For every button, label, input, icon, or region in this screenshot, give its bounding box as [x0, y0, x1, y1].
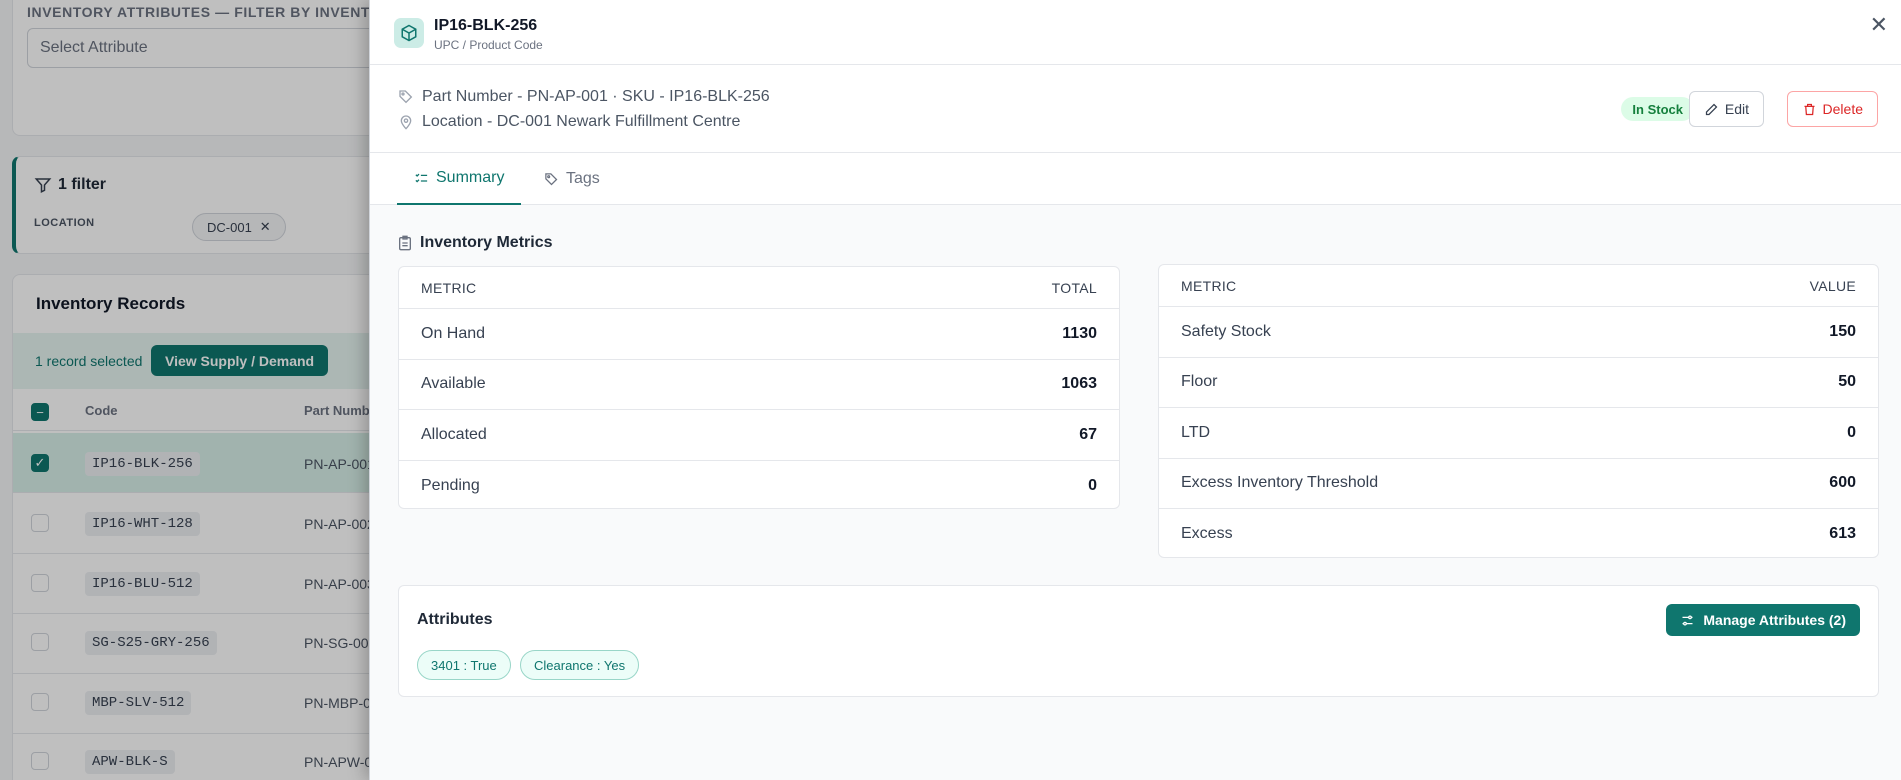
totals-table: METRIC TOTAL On Hand 1130 Available 1063 A…	[398, 266, 1120, 509]
metric-name: Safety Stock	[1181, 322, 1271, 340]
metric-name: Excess	[1181, 525, 1233, 543]
attribute-pill[interactable]: Clearance : Yes	[520, 650, 640, 680]
metric-name: Pending	[421, 476, 480, 494]
metric-row: On Hand 1130	[399, 309, 1119, 360]
header-metric: METRIC	[421, 279, 477, 296]
attribute-pill[interactable]: 3401 : True	[417, 650, 511, 680]
trash-icon	[1804, 103, 1815, 115]
metric-name: Available	[421, 375, 486, 393]
metric-row: Excess 613	[1159, 509, 1878, 557]
tab-summary-label: Summary	[436, 169, 505, 186]
location-line: Location - DC-001 Newark Fulfillment Cen…	[398, 113, 740, 131]
attributes-card: Attributes Manage Attributes (2) 3401 : …	[398, 585, 1879, 697]
drawer-tabs: Summary Tags	[370, 153, 1901, 205]
metric-row: LTD 0	[1159, 408, 1878, 459]
metrics-title-label: Inventory Metrics	[420, 234, 553, 251]
thresholds-table-header: METRIC VALUE	[1159, 265, 1878, 307]
metric-value: 0	[1088, 476, 1097, 494]
metric-row: Allocated 67	[399, 410, 1119, 461]
metric-row: Available 1063	[399, 360, 1119, 410]
thresholds-table: METRIC VALUE Safety Stock 150 Floor 50 LTD…	[1158, 264, 1879, 558]
metric-name: Excess Inventory Threshold	[1181, 474, 1379, 492]
part-sku-text: Part Number - PN-AP-001 · SKU - IP16-BLK…	[422, 88, 770, 105]
drawer-header: IP16-BLK-256 UPC / Product Code ✕	[370, 0, 1901, 65]
metric-value: 150	[1829, 322, 1856, 340]
metric-value: 1130	[1062, 324, 1097, 342]
drawer-title: IP16-BLK-256	[434, 17, 538, 34]
delete-label: Delete	[1822, 101, 1863, 117]
manage-attributes-label: Manage Attributes (2)	[1703, 612, 1846, 628]
header-total: TOTAL	[1051, 279, 1097, 296]
tab-tags[interactable]: Tags	[527, 153, 617, 205]
map-pin-icon	[400, 115, 412, 130]
metric-value: 1063	[1061, 375, 1097, 393]
metric-row: Pending 0	[399, 461, 1119, 509]
tab-tags-label: Tags	[566, 170, 600, 187]
location-text: Location - DC-001 Newark Fulfillment Cen…	[422, 113, 741, 130]
totals-table-header: METRIC TOTAL	[399, 267, 1119, 309]
metrics-section-title: Inventory Metrics	[398, 234, 552, 252]
metric-row: Safety Stock 150	[1159, 307, 1878, 358]
header-metric: METRIC	[1181, 277, 1237, 294]
part-sku-line: Part Number - PN-AP-001 · SKU - IP16-BLK…	[398, 88, 770, 106]
close-icon[interactable]: ✕	[1870, 14, 1888, 36]
metric-value: 600	[1829, 474, 1856, 492]
tag-icon	[545, 172, 558, 185]
metric-row: Floor 50	[1159, 358, 1878, 408]
inventory-detail-drawer: IP16-BLK-256 UPC / Product Code ✕ Part N…	[369, 0, 1901, 780]
edit-label: Edit	[1724, 101, 1749, 117]
metric-value: 0	[1847, 423, 1856, 441]
metric-row: Excess Inventory Threshold 600	[1159, 459, 1878, 509]
metric-name: Floor	[1181, 373, 1218, 391]
metric-value: 50	[1838, 373, 1856, 391]
metric-name: On Hand	[421, 324, 486, 342]
metric-name: Allocated	[421, 425, 487, 443]
manage-attributes-button[interactable]: Manage Attributes (2)	[1666, 604, 1860, 636]
attributes-title: Attributes	[417, 611, 493, 628]
tag-icon	[399, 90, 413, 104]
list-check-icon	[415, 173, 428, 183]
sliders-icon	[1682, 615, 1693, 625]
metric-value: 613	[1829, 525, 1856, 543]
metric-name: LTD	[1181, 423, 1211, 441]
drawer-subtitle: UPC / Product Code	[434, 38, 543, 52]
status-badge: In Stock	[1621, 97, 1694, 121]
tab-summary[interactable]: Summary	[397, 153, 522, 205]
pencil-icon	[1705, 103, 1718, 115]
delete-button[interactable]: Delete	[1786, 91, 1878, 127]
box-icon	[394, 18, 424, 48]
clipboard-icon	[399, 235, 411, 251]
metric-value: 67	[1079, 425, 1097, 443]
edit-button[interactable]: Edit	[1688, 91, 1764, 127]
header-value: VALUE	[1809, 277, 1856, 294]
